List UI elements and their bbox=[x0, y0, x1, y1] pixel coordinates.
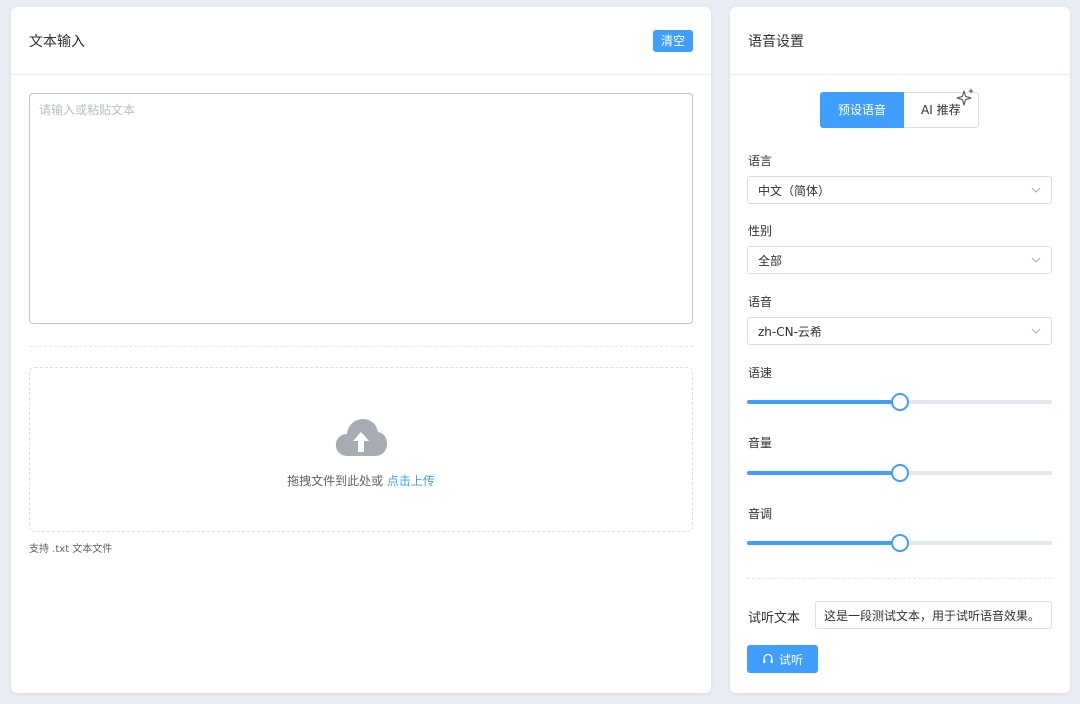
section-divider bbox=[747, 578, 1052, 579]
voice-settings-panel: 语音设置 预设语音 AI 推荐 语言 中文（简体） 性别 全部 语音 zh-CN… bbox=[730, 7, 1070, 693]
voice-mode-tabs: 预设语音 AI 推荐 bbox=[820, 88, 979, 128]
tab-preset-voice[interactable]: 预设语音 bbox=[820, 92, 905, 128]
volume-label: 音量 bbox=[748, 436, 773, 450]
gender-value: 全部 bbox=[758, 253, 783, 268]
voice-select[interactable]: zh-CN-云希 bbox=[747, 317, 1052, 345]
preview-text-label: 试听文本 bbox=[748, 611, 801, 626]
chevron-down-icon bbox=[1031, 187, 1041, 193]
text-input-panel: 文本输入 清空 拖拽文件到此处或 点击上传 支持 .txt 文本文件 bbox=[11, 7, 711, 693]
slider-thumb[interactable] bbox=[890, 534, 909, 552]
volume-slider[interactable] bbox=[747, 464, 1052, 482]
language-value: 中文（简体） bbox=[758, 183, 831, 198]
cloud-upload-icon bbox=[335, 419, 387, 456]
voice-settings-header: 语音设置 bbox=[730, 7, 1070, 75]
text-input-header: 文本输入 清空 bbox=[11, 7, 711, 75]
chevron-down-icon bbox=[1031, 257, 1041, 263]
voice-settings-title: 语音设置 bbox=[748, 33, 804, 50]
preview-button[interactable]: 试听 bbox=[747, 645, 818, 673]
slider-fill bbox=[747, 541, 900, 545]
slider-thumb[interactable] bbox=[890, 464, 909, 482]
pitch-slider[interactable] bbox=[747, 534, 1052, 552]
headset-icon bbox=[763, 653, 773, 664]
preview-button-label: 试听 bbox=[778, 652, 803, 667]
language-select[interactable]: 中文（简体） bbox=[747, 176, 1052, 204]
click-upload-link[interactable]: 点击上传 bbox=[387, 474, 435, 488]
gender-label: 性别 bbox=[748, 224, 773, 238]
upload-prompt: 拖拽文件到此处或 点击上传 bbox=[287, 472, 435, 489]
preview-text-input[interactable] bbox=[815, 601, 1052, 629]
rate-label: 语速 bbox=[748, 366, 773, 380]
slider-thumb[interactable] bbox=[890, 393, 909, 411]
rate-slider[interactable] bbox=[747, 393, 1052, 411]
upload-prompt-text: 拖拽文件到此处或 bbox=[287, 474, 387, 488]
file-drop-zone[interactable]: 拖拽文件到此处或 点击上传 bbox=[29, 367, 693, 532]
language-label: 语言 bbox=[748, 154, 773, 168]
gender-select[interactable]: 全部 bbox=[747, 246, 1052, 274]
slider-fill bbox=[747, 471, 900, 475]
upload-tip: 支持 .txt 文本文件 bbox=[29, 544, 113, 555]
text-input-area[interactable] bbox=[29, 93, 693, 324]
pitch-label: 音调 bbox=[748, 507, 773, 521]
sparkle-icon bbox=[955, 88, 974, 106]
chevron-down-icon bbox=[1031, 328, 1041, 334]
text-input-title: 文本输入 bbox=[29, 33, 85, 50]
section-divider bbox=[29, 346, 693, 347]
voice-label: 语音 bbox=[748, 295, 773, 309]
tab-ai-recommend[interactable]: AI 推荐 bbox=[904, 88, 979, 128]
clear-button[interactable]: 清空 bbox=[652, 29, 693, 52]
voice-value: zh-CN-云希 bbox=[758, 324, 822, 339]
slider-fill bbox=[747, 400, 900, 404]
